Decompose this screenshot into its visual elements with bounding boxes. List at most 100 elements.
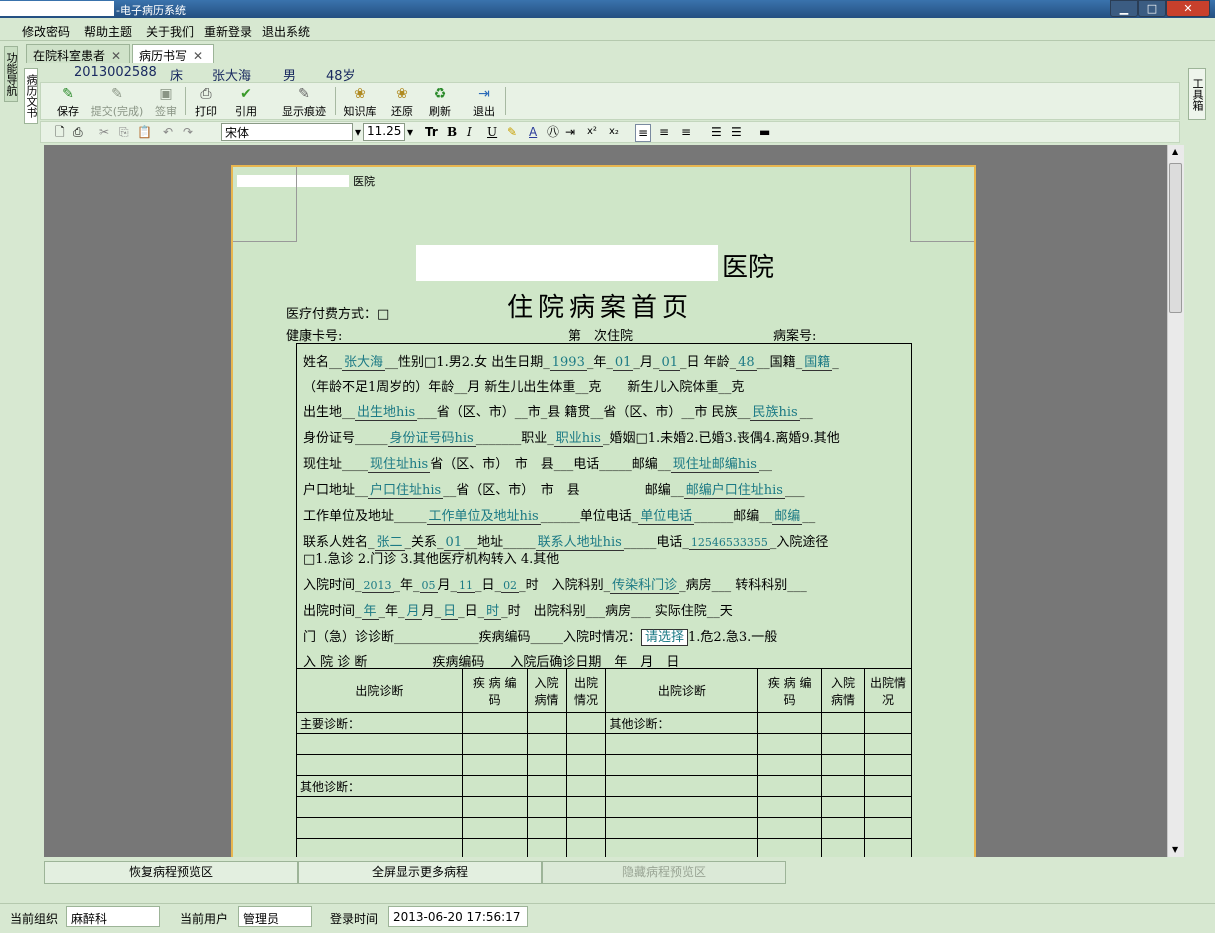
tab-record-writing[interactable]: 病历书写 ✕ xyxy=(132,44,214,63)
save-button[interactable]: ✎ 保存 xyxy=(55,85,81,119)
underline-icon[interactable]: U xyxy=(487,124,497,140)
chevron-down-icon[interactable]: ▾ xyxy=(407,124,413,140)
condition-select[interactable]: 请选择 xyxy=(641,629,689,646)
field-name[interactable]: 张大海 xyxy=(342,355,386,371)
field-in-hour[interactable]: 02 xyxy=(501,579,520,593)
tab-inpatients[interactable]: 在院科室患者 ✕ xyxy=(26,44,130,63)
field-hukou[interactable]: 户口住址his xyxy=(368,483,444,499)
field-out-year[interactable]: 年 xyxy=(361,604,379,620)
toolbox-tab[interactable]: 工具箱 xyxy=(1188,68,1206,120)
field-work-phone[interactable]: 单位电话 xyxy=(638,509,695,525)
field-out-day[interactable]: 日 xyxy=(441,604,459,620)
field-age[interactable]: 48 xyxy=(736,355,757,371)
menu-relogin[interactable]: 重新登录 xyxy=(204,23,252,40)
font-color-icon[interactable]: A xyxy=(529,124,537,140)
field-in-year[interactable]: 2013 xyxy=(361,579,394,593)
login-label: 登录时间 xyxy=(330,912,379,926)
paste-icon[interactable]: 📋 xyxy=(137,124,152,140)
fullscreen-button[interactable]: 全屏显示更多病程 xyxy=(298,861,542,884)
subscript-icon[interactable]: x₂ xyxy=(609,124,619,140)
scroll-down-icon[interactable]: ▼ xyxy=(1172,845,1178,854)
quote-button[interactable]: ✔ 引用 xyxy=(231,85,261,119)
hide-preview-button[interactable]: 隐藏病程预览区 xyxy=(542,861,786,884)
exit-button[interactable]: ⇥ 退出 xyxy=(469,85,499,119)
restore-button[interactable]: ❀ 还原 xyxy=(387,85,417,119)
chevron-down-icon[interactable]: ▾ xyxy=(355,124,361,140)
label: 1.危2.急3.一般 xyxy=(688,630,778,645)
document-page[interactable]: 医院 医院 住院病案首页 医疗付费方式：□ 健康卡号: 第 次住院 病案号: 姓… xyxy=(231,165,976,857)
menu-change-password[interactable]: 修改密码 xyxy=(22,23,70,40)
symbol-icon[interactable]: ㊇ xyxy=(547,124,559,140)
bullet-list-icon[interactable]: ☰ xyxy=(731,124,742,140)
cut-icon[interactable]: ✂ xyxy=(99,124,109,140)
field-birth-day[interactable]: 01 xyxy=(659,355,680,371)
undo-icon[interactable]: ↶ xyxy=(163,124,173,140)
align-center-icon[interactable]: ≡ xyxy=(659,124,669,140)
superscript-icon[interactable]: x² xyxy=(587,124,597,140)
field-contact-phone[interactable]: 12546533355 xyxy=(688,536,770,550)
field-nationality[interactable]: 国籍 xyxy=(802,355,833,371)
field-out-hour[interactable]: 时 xyxy=(484,604,502,620)
print-small-icon[interactable]: ⎙ xyxy=(73,124,83,140)
field-ethnic[interactable]: 民族his xyxy=(750,405,800,421)
field-birth-month[interactable]: 01 xyxy=(612,355,634,371)
cell-other-dx[interactable]: 其他诊断： xyxy=(605,712,759,734)
align-right-icon[interactable]: ≡ xyxy=(681,124,691,140)
sign-button[interactable]: ▣ 签审 xyxy=(151,85,181,119)
align-left-icon[interactable]: ≡ xyxy=(635,124,652,142)
border-icon[interactable]: ▬ xyxy=(759,124,770,140)
label: 职业 xyxy=(521,431,548,446)
cell-main-dx[interactable]: 主要诊断： xyxy=(296,712,463,734)
cell-other-dx-left[interactable]: 其他诊断： xyxy=(296,775,463,797)
minimize-button[interactable]: ▁ xyxy=(1110,0,1138,17)
italic-icon[interactable]: I xyxy=(467,124,472,140)
submit-button[interactable]: ✎ 提交(完成) xyxy=(89,85,145,119)
field-birth-year[interactable]: 1993 xyxy=(549,355,587,371)
redo-icon[interactable]: ↷ xyxy=(183,124,193,140)
field-in-dept[interactable]: 传染科门诊 xyxy=(610,578,680,594)
field-work-zip[interactable]: 邮编 xyxy=(772,509,803,525)
copy-icon[interactable]: ⎘ xyxy=(119,124,129,140)
tab-function-nav[interactable]: 功能导航 xyxy=(4,46,18,102)
field-occupation[interactable]: 职业his xyxy=(553,431,603,447)
field-idcard[interactable]: 身份证号码his xyxy=(387,431,476,447)
document-viewport[interactable]: 医院 医院 住院病案首页 医疗付费方式：□ 健康卡号: 第 次住院 病案号: 姓… xyxy=(44,145,1167,857)
field-hukou-zip[interactable]: 邮编户口住址his xyxy=(683,483,785,499)
field-address[interactable]: 现住址his xyxy=(368,457,431,473)
window-title: -电子病历系统 xyxy=(116,4,186,17)
field-birthplace[interactable]: 出生地his xyxy=(355,405,418,421)
maximize-button[interactable]: □ xyxy=(1138,0,1166,17)
knowledge-button[interactable]: ❀ 知识库 xyxy=(341,85,379,119)
label: 省（区、市） 市 县___电话_____邮编 xyxy=(430,457,658,472)
show-trace-button[interactable]: ✎ 显示痕迹 xyxy=(279,85,329,119)
toolbar-separator xyxy=(185,87,186,115)
tab-medical-docs[interactable]: 病历文书 xyxy=(24,68,38,124)
scroll-up-icon[interactable]: ▲ xyxy=(1172,147,1178,156)
highlight-icon[interactable]: ✎ xyxy=(507,124,517,140)
menu-help[interactable]: 帮助主题 xyxy=(84,23,132,40)
field-in-day[interactable]: 11 xyxy=(457,579,476,593)
close-icon[interactable]: ✕ xyxy=(111,49,121,63)
font-size-select[interactable]: 11.25 xyxy=(363,123,405,141)
close-button[interactable]: ✕ xyxy=(1166,0,1210,17)
font-family-select[interactable]: 宋体 xyxy=(221,123,353,141)
hospital-name-redacted xyxy=(416,245,718,281)
field-work-addr[interactable]: 工作单位及地址his xyxy=(426,509,541,525)
new-doc-icon[interactable]: 🗋 xyxy=(55,124,65,140)
bold-icon[interactable]: B xyxy=(447,124,457,140)
title-bar: -电子病历系统 ▁ □ ✕ xyxy=(0,0,1215,18)
field-in-month[interactable]: 05 xyxy=(419,579,438,593)
print-button[interactable]: ⎙ 打印 xyxy=(191,85,221,119)
refresh-button[interactable]: ♻ 刷新 xyxy=(425,85,455,119)
scrollbar-thumb[interactable] xyxy=(1169,163,1182,313)
menu-about[interactable]: 关于我们 xyxy=(146,23,194,40)
field-out-month[interactable]: 月 xyxy=(404,604,422,620)
label: 日 xyxy=(464,604,478,619)
indent-icon[interactable]: ⇥ xyxy=(565,124,575,140)
field-address-zip[interactable]: 现住址邮编his xyxy=(670,457,759,473)
menu-exit[interactable]: 退出系统 xyxy=(262,23,310,40)
font-scale-icon[interactable]: Tr xyxy=(425,124,438,140)
restore-preview-button[interactable]: 恢复病程预览区 xyxy=(44,861,298,884)
close-icon[interactable]: ✕ xyxy=(193,49,203,63)
ordered-list-icon[interactable]: ☰ xyxy=(711,124,722,140)
